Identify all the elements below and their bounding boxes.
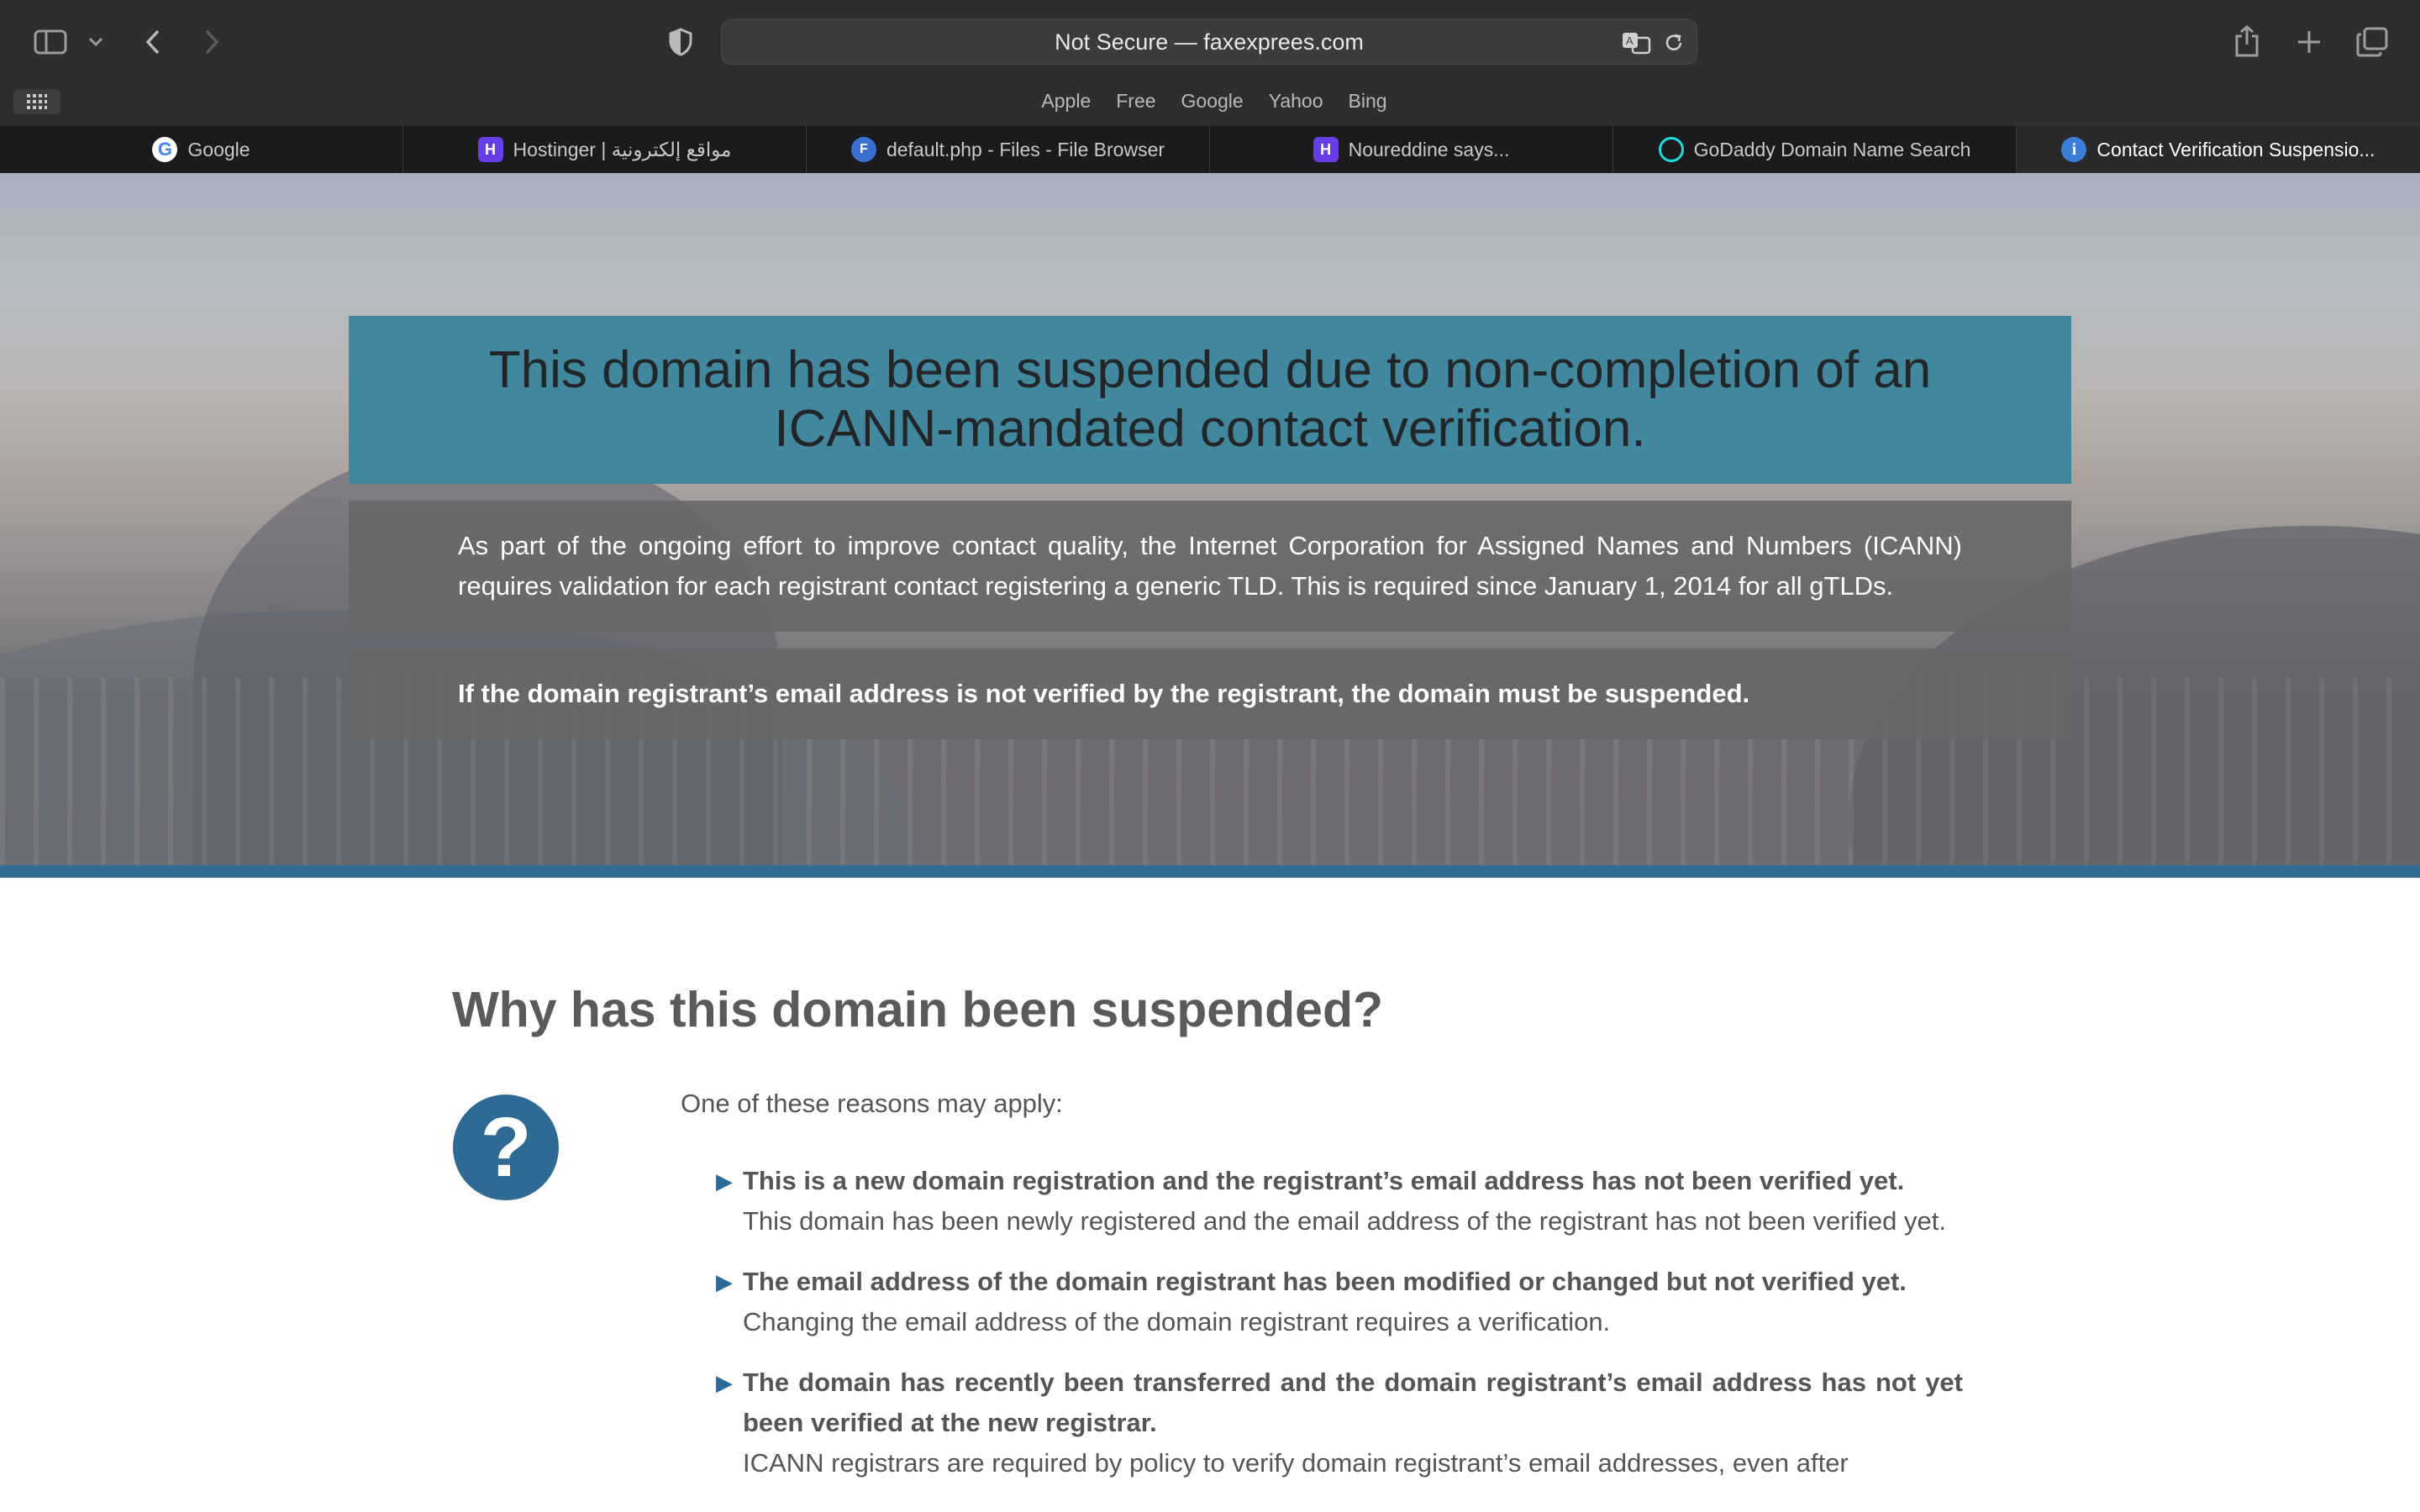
tab-bar: G Google H Hostinger | مواقع إلكترونية F… [0,126,2420,173]
address-bar[interactable]: Not Secure — faxexprees.com A [721,19,1697,65]
browser-chrome: Not Secure — faxexprees.com A Apple Free… [0,0,2420,173]
favorite-google[interactable]: Google [1181,84,1244,118]
godaddy-favicon-icon [1658,137,1684,162]
triangle-bullet-icon: ▶ [716,1168,733,1194]
list-item: ▶ The domain has recently been transferr… [716,1362,1963,1483]
svg-text:A: A [1626,34,1634,47]
intro-text: One of these reasons may apply: [681,1089,1063,1118]
tab-hostinger[interactable]: H Hostinger | مواقع إلكترونية [403,126,807,173]
reason-text: Changing the email address of the domain… [743,1307,1611,1336]
favorites-list: Apple Free Google Yahoo Bing [0,84,2420,118]
list-item: ▶ This is a new domain registration and … [716,1161,1963,1242]
info-favicon-icon: i [2061,137,2087,162]
favorite-apple[interactable]: Apple [1041,84,1091,118]
tab-overview-icon[interactable] [2354,25,2390,59]
forward-icon[interactable] [198,25,225,59]
hostinger-favicon-icon: H [1313,137,1339,162]
tab-title: GoDaddy Domain Name Search [1693,138,1971,160]
reason-title: The domain has recently been transferred… [743,1368,1963,1437]
triangle-bullet-icon: ▶ [716,1370,733,1395]
favorite-yahoo[interactable]: Yahoo [1269,84,1323,118]
suspension-title: This domain has been suspended due to no… [349,316,2071,484]
google-favicon-icon: G [152,137,178,162]
tab-google[interactable]: G Google [0,126,403,173]
new-tab-icon[interactable] [2292,25,2326,59]
tab-title: default.php - Files - File Browser [886,138,1165,160]
translate-icon[interactable]: A [1619,29,1653,57]
privacy-shield-icon[interactable] [666,27,696,57]
browser-toolbar: Not Secure — faxexprees.com A [0,0,2420,84]
favorite-bing[interactable]: Bing [1349,84,1387,118]
question-icon: ? [453,1095,559,1200]
reload-icon[interactable] [1661,30,1686,55]
tab-contact-verification[interactable]: i Contact Verification Suspensio... [2017,126,2420,173]
tab-title: Contact Verification Suspensio... [2096,138,2375,160]
back-icon[interactable] [139,25,166,59]
favorite-free[interactable]: Free [1116,84,1155,118]
hero-divider [0,865,2420,878]
sidebar-toggle-icon[interactable] [32,25,69,59]
triangle-bullet-icon: ▶ [716,1269,733,1294]
favorites-bar: Apple Free Google Yahoo Bing [0,84,2420,126]
tab-noureddine[interactable]: H Noureddine says... [1210,126,1613,173]
section-heading: Why has this domain been suspended? [452,982,1384,1037]
tab-title: Noureddine says... [1348,138,1510,160]
address-text: Not Secure — faxexprees.com [1055,29,1364,55]
reason-title: The email address of the domain registra… [743,1267,1907,1296]
warning-panel: If the domain registrant’s email address… [349,648,2071,739]
reason-text: ICANN registrars are required by policy … [743,1448,1849,1478]
reason-title: This is a new domain registration and th… [743,1166,1905,1195]
chevron-down-icon[interactable] [84,30,108,54]
warning-text: If the domain registrant’s email address… [458,679,1750,708]
tab-godaddy[interactable]: GoDaddy Domain Name Search [1613,126,2017,173]
icann-info-panel: As part of the ongoing effort to improve… [349,501,2071,632]
share-icon[interactable] [2230,22,2264,60]
list-item: ▶ The email address of the domain regist… [716,1262,1963,1342]
tab-file-browser[interactable]: F default.php - Files - File Browser [807,126,1210,173]
icann-info-text: As part of the ongoing effort to improve… [458,531,1962,601]
reasons-list: ▶ This is a new domain registration and … [716,1161,1963,1504]
tab-title: Google [187,138,250,160]
tab-title: Hostinger | مواقع إلكترونية [513,138,732,160]
hostinger-favicon-icon: H [477,137,503,162]
file-browser-favicon-icon: F [850,137,876,162]
reason-text: This domain has been newly registered an… [743,1206,1946,1236]
